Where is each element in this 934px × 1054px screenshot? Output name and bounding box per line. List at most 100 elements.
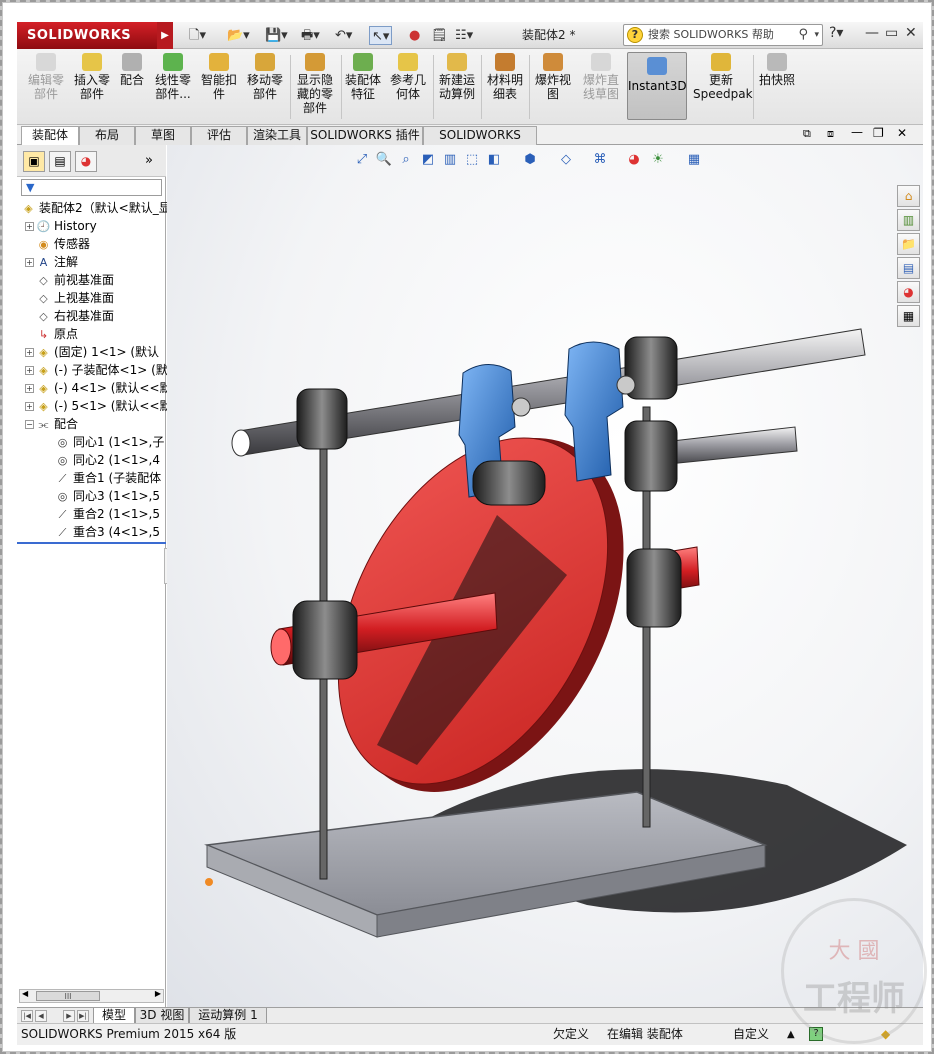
tree-node[interactable]: + ◈ (固定) 1<1> (默认 — [25, 343, 159, 361]
view-palette-icon[interactable]: ▤ — [897, 257, 920, 279]
expand-toggle-icon[interactable]: + — [25, 384, 34, 393]
property-manager-tab-icon[interactable]: ▤ — [49, 151, 71, 172]
custom-properties-icon[interactable]: ▦ — [897, 305, 920, 327]
insert-component-button[interactable]: 插入零 部件 — [71, 53, 113, 101]
bill-of-materials-button[interactable]: 材料明 细表 — [483, 53, 527, 101]
move-component-button[interactable]: 移动零 部件 — [243, 53, 287, 101]
assembly-3d-model[interactable] — [167, 145, 923, 1007]
home-icon[interactable]: ⌂ — [897, 185, 920, 207]
tree-node[interactable]: ⟋ 重合1 (子装配体 — [55, 469, 162, 487]
tab-model[interactable]: 模型 — [93, 1008, 135, 1024]
tree-node[interactable]: − ⫘ 配合 — [25, 415, 78, 433]
select-pointer-icon[interactable]: ↖▾ — [369, 26, 393, 45]
linear-pattern-button[interactable]: 线性零 部件... — [151, 53, 195, 101]
print-icon[interactable]: 🖶▾ — [301, 26, 320, 45]
next-tab-icon[interactable]: ▶ — [63, 1010, 75, 1022]
new-motion-study-button[interactable]: 新建运 动算例 — [435, 53, 479, 101]
tree-node[interactable]: ◇ 前视基准面 — [25, 271, 114, 289]
middle-bushing[interactable] — [624, 420, 678, 492]
last-tab-icon[interactable]: ▶| — [77, 1010, 89, 1022]
file-properties-icon[interactable]: 🗒 — [431, 26, 448, 45]
tree-node[interactable]: + ◈ (-) 4<1> (默认<<默 — [25, 379, 172, 397]
lower-bushing-left[interactable] — [292, 600, 358, 680]
viewport-minimize-icon[interactable]: — — [851, 125, 863, 139]
tree-node[interactable]: ⟋ 重合3 (4<1>,5 — [55, 523, 160, 541]
tree-node[interactable]: ◎ 同心2 (1<1>,4 — [55, 451, 160, 469]
search-icon[interactable]: ⚲ — [798, 25, 808, 45]
options-icon[interactable]: ☷▾ — [455, 26, 473, 45]
mate-button[interactable]: 配合 — [117, 53, 147, 87]
tree-node[interactable]: + ◈ (-) 子装配体<1> (默 — [25, 361, 168, 379]
tree-node[interactable]: ◎ 同心1 (1<1>,子 — [55, 433, 165, 451]
take-snapshot-button[interactable]: 拍快照 — [755, 53, 799, 87]
viewport-tile-icon[interactable]: ⧈ — [827, 127, 834, 141]
tab-sketch[interactable]: 草图 — [135, 126, 191, 145]
tree-node[interactable]: ◇ 上视基准面 — [25, 289, 114, 307]
expand-toggle-icon[interactable]: + — [25, 258, 34, 267]
update-speedpak-button[interactable]: 更新 Speedpak — [693, 53, 753, 101]
prev-tab-icon[interactable]: ◀ — [35, 1010, 47, 1022]
expand-toggle-icon[interactable]: + — [25, 366, 34, 375]
tab-evaluate[interactable]: 评估 — [191, 126, 247, 145]
top-bushing-left[interactable] — [296, 388, 348, 450]
expand-toggle-icon[interactable]: − — [25, 420, 34, 429]
close-button[interactable]: ✕ — [905, 25, 917, 41]
scroll-left-icon[interactable]: ◀ — [22, 989, 28, 998]
expand-panel-icon[interactable]: » — [145, 153, 153, 168]
open-folder-icon[interactable]: 📂▾ — [227, 26, 250, 45]
tree-node[interactable]: ↳ 原点 — [25, 325, 78, 343]
units-dropdown-icon[interactable]: ▲ — [787, 1024, 795, 1045]
tree-node[interactable]: + 🕘 History — [25, 217, 97, 235]
search-dropdown-icon[interactable]: ▾ — [814, 25, 819, 45]
tab-solidworks-addins[interactable]: SOLIDWORKS 插件 — [307, 126, 423, 145]
solidworks-logo[interactable]: SOLIDWORKS — [17, 22, 157, 49]
edit-component-button[interactable]: 编辑零 部件 — [25, 53, 67, 101]
feature-manager-tab-icon[interactable]: ▣ — [23, 151, 45, 172]
graphics-area[interactable]: ⤢ 🔍 ⌕ ◩ ▥ ⬚ ◧ ⬢ ◇ ⌘ ◕ ☀ ▦ — [167, 145, 923, 1007]
help-search-input[interactable]: ? 搜索 SOLIDWORKS 帮助 ⚲ ▾ — [623, 24, 823, 46]
tree-node[interactable]: ⟋ 重合2 (1<1>,5 — [55, 505, 160, 523]
bracket-roller[interactable] — [472, 460, 546, 506]
minimize-button[interactable]: — — [865, 25, 879, 41]
rebuild-icon[interactable]: ● — [409, 26, 420, 45]
expand-toggle-icon[interactable]: + — [25, 348, 34, 357]
tree-node[interactable]: ◎ 同心3 (1<1>,5 — [55, 487, 160, 505]
tree-filter-input[interactable]: ▼ — [21, 179, 162, 196]
scroll-thumb[interactable]: III — [36, 991, 100, 1001]
design-library-icon[interactable]: ▥ — [897, 209, 920, 231]
first-tab-icon[interactable]: |◀ — [21, 1010, 33, 1022]
appearance-tab-icon[interactable]: ◕ — [75, 151, 97, 172]
save-icon[interactable]: 💾▾ — [265, 26, 288, 45]
horizontal-scrollbar[interactable]: ◀ III ▶ — [19, 989, 164, 1003]
tab-3d-view[interactable]: 3D 视图 — [135, 1008, 189, 1024]
unit-system[interactable]: 自定义 — [733, 1024, 769, 1045]
tab-layout[interactable]: 布局 — [79, 126, 135, 145]
show-hidden-components-button[interactable]: 显示隐 藏的零 部件 — [293, 53, 337, 115]
tree-node[interactable]: + ◈ (-) 5<1> (默认<<默 — [25, 397, 172, 415]
help-menu-button[interactable]: ?▾ — [829, 25, 843, 41]
assembly-features-button[interactable]: 装配体 特征 — [343, 53, 383, 101]
tab-assembly[interactable]: 装配体 — [21, 126, 79, 146]
explode-line-sketch-button[interactable]: 爆炸直 线草图 — [579, 53, 623, 101]
tab-solidworks-mbd[interactable]: SOLIDWORKS MBD — [423, 126, 537, 159]
viewport-restore-icon[interactable]: ⧉ — [803, 127, 811, 141]
expand-toggle-icon[interactable]: + — [25, 222, 34, 231]
scroll-right-icon[interactable]: ▶ — [155, 989, 161, 998]
new-document-icon[interactable]: 🗋▾ — [189, 26, 206, 45]
logo-menu-arrow-icon[interactable]: ▶ — [157, 22, 173, 49]
maximize-button[interactable]: ▭ — [885, 25, 898, 41]
tree-root[interactable]: ◈ 装配体2（默认<默认_显 — [21, 199, 170, 217]
tab-motion-study[interactable]: 运动算例 1 — [189, 1008, 267, 1024]
tab-render-tools[interactable]: 渲染工具 — [247, 126, 307, 145]
appearances-scenes-icon[interactable]: ◕ — [897, 281, 920, 303]
exploded-view-button[interactable]: 爆炸视图 — [531, 53, 575, 101]
viewport-maximize-icon[interactable]: ❐ — [873, 126, 884, 140]
tree-node[interactable]: + A 注解 — [25, 253, 78, 271]
file-explorer-icon[interactable]: 📁 — [897, 233, 920, 255]
undo-icon[interactable]: ↶▾ — [335, 26, 352, 45]
instant3d-button[interactable]: Instant3D — [627, 52, 687, 120]
tree-node[interactable]: ◉ 传感器 — [25, 235, 90, 253]
expand-toggle-icon[interactable]: + — [25, 402, 34, 411]
reference-geometry-button[interactable]: 参考几 何体 — [387, 53, 429, 101]
tree-node[interactable]: ◇ 右视基准面 — [25, 307, 114, 325]
